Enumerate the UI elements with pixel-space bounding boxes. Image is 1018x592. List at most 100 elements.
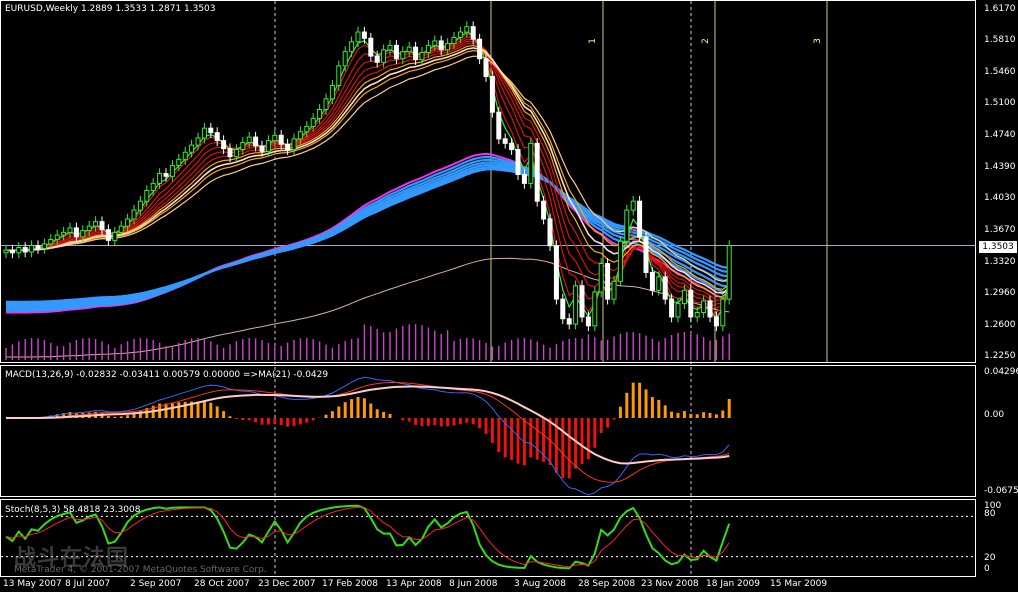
candle — [694, 311, 700, 318]
candle — [662, 276, 668, 300]
candle — [630, 200, 636, 211]
candle — [361, 31, 367, 39]
candle — [329, 84, 335, 100]
candle — [285, 143, 291, 151]
candle — [112, 231, 118, 241]
date-tick: 3 Aug 2008 — [514, 579, 566, 589]
price-tick: 1.4740 — [984, 130, 1016, 140]
candle — [201, 127, 207, 139]
candle — [726, 245, 732, 300]
candle — [701, 300, 707, 313]
candle — [246, 136, 252, 143]
candle — [592, 291, 598, 327]
date-tick: 18 Jan 2009 — [706, 579, 760, 589]
candle — [41, 243, 47, 249]
candle — [470, 26, 476, 40]
candle — [669, 298, 675, 318]
candle — [150, 182, 156, 192]
candle — [144, 190, 150, 202]
candle — [515, 149, 521, 175]
candle — [438, 40, 444, 51]
candle — [553, 245, 559, 300]
candle — [323, 98, 329, 110]
candle — [681, 289, 687, 305]
candle — [16, 246, 22, 254]
candle — [400, 51, 406, 60]
candle — [93, 221, 99, 227]
candle — [214, 132, 220, 142]
candle — [521, 173, 527, 184]
main-title: EURUSD,Weekly 1.2889 1.3533 1.2871 1.350… — [5, 4, 216, 14]
candle — [585, 316, 591, 327]
date-tick: 15 Mar 2009 — [770, 579, 828, 589]
candle — [451, 36, 457, 45]
candle — [349, 41, 355, 53]
candle — [265, 140, 271, 152]
candle — [9, 249, 15, 254]
candle — [272, 134, 278, 142]
candle — [99, 221, 105, 231]
candle — [598, 263, 604, 293]
candle — [406, 46, 412, 53]
candle — [3, 249, 9, 254]
candle — [304, 125, 310, 133]
chart-canvas[interactable] — [0, 0, 1018, 592]
candle — [137, 200, 143, 211]
date-tick: 13 Apr 2008 — [386, 579, 442, 589]
stoch-tick: 80 — [984, 509, 996, 519]
candle — [233, 149, 239, 158]
date-tick: 8 Jun 2008 — [449, 579, 498, 589]
candle — [560, 298, 566, 320]
price-tick: 1.4030 — [984, 193, 1016, 203]
candle — [419, 52, 425, 61]
candle — [125, 218, 131, 227]
candle — [61, 231, 67, 236]
candle — [624, 209, 630, 242]
candle — [336, 65, 342, 86]
candle — [221, 140, 227, 150]
candle — [656, 276, 662, 291]
candle — [707, 300, 713, 318]
price-tick: 1.2250 — [984, 351, 1016, 361]
candle — [195, 137, 201, 146]
candle — [182, 151, 188, 160]
candle — [86, 225, 92, 232]
date-tick: 2 Sep 2007 — [130, 579, 182, 589]
candle — [105, 229, 111, 241]
candle — [457, 31, 463, 38]
candle — [617, 240, 623, 282]
candle — [73, 227, 79, 238]
candle — [310, 117, 316, 127]
candle — [649, 271, 655, 291]
chart-window: EURUSD,Weekly 1.2889 1.3533 1.2871 1.350… — [0, 0, 1018, 592]
candle — [278, 134, 284, 145]
stoch-tick: 20 — [984, 553, 996, 563]
candle — [573, 285, 579, 325]
candle — [413, 46, 419, 61]
vertical-count-2: 2 — [700, 38, 711, 44]
candle — [157, 173, 163, 184]
candle — [425, 44, 431, 54]
stoch-tick: 0 — [984, 564, 990, 574]
candle — [67, 227, 73, 233]
price-tick: 1.5100 — [984, 98, 1016, 108]
date-tick: 8 Jul 2007 — [65, 579, 111, 589]
macd-main-line — [5, 376, 730, 496]
candle — [541, 200, 547, 220]
candle — [80, 230, 86, 238]
candle — [163, 173, 169, 177]
price-tick: 1.5460 — [984, 67, 1016, 77]
candle — [393, 44, 399, 60]
price-tick: 1.3670 — [984, 225, 1016, 235]
macd-ma21-line — [6, 385, 730, 465]
candle — [502, 138, 508, 144]
date-tick: 28 Oct 2007 — [194, 579, 250, 589]
candle — [534, 142, 540, 202]
candle — [22, 246, 28, 253]
candle — [611, 280, 617, 300]
price-tick: 1.2960 — [984, 288, 1016, 298]
price-tick: 1.5810 — [984, 35, 1016, 45]
candle — [291, 138, 297, 151]
stoch-title: Stoch(8,5,3) 58.4818 23.3008 — [5, 505, 141, 515]
macd-tick: 0.00 — [984, 410, 1005, 420]
